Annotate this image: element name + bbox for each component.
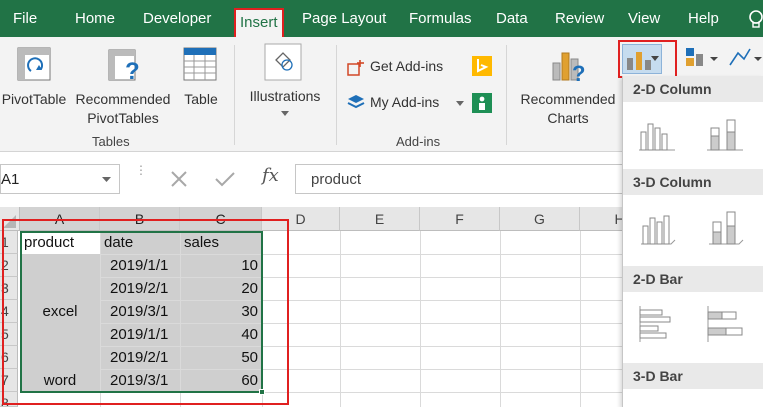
recommended-pivottables-icon: ? xyxy=(108,49,140,83)
ribbon-separator xyxy=(336,45,337,145)
tab-home[interactable]: Home xyxy=(75,0,115,37)
recommended-charts-button[interactable]: ? Recommended Charts xyxy=(512,37,624,137)
my-addins-icon xyxy=(347,95,365,109)
tab-insert[interactable]: Insert xyxy=(234,8,284,37)
people-graph-icon[interactable] xyxy=(472,93,492,113)
chevron-down-icon xyxy=(102,177,111,182)
column-header-f[interactable]: F xyxy=(420,207,500,231)
splitter-dots[interactable]: ⋮ xyxy=(135,164,147,192)
recommended-pivottables-label-1: Recommended xyxy=(75,91,171,107)
addins-group-label: Add-ins xyxy=(396,134,441,149)
get-addins-label: Get Add-ins xyxy=(370,58,444,74)
svg-text:?: ? xyxy=(125,58,140,83)
stacked-bar-option[interactable] xyxy=(705,304,745,344)
section-2d-column: 2-D Column xyxy=(623,76,763,102)
illustrations-label: Illustrations xyxy=(249,88,321,104)
get-addins-button[interactable]: Get Add-ins xyxy=(345,57,455,79)
pivottable-label: PivotTable xyxy=(1,91,67,107)
formula-input[interactable]: product xyxy=(295,164,625,194)
name-box[interactable]: A1 xyxy=(0,164,120,194)
tab-page-layout[interactable]: Page Layout xyxy=(302,0,386,37)
function-icon[interactable]: fx xyxy=(262,165,279,186)
tab-help[interactable]: Help xyxy=(688,0,719,37)
formula-input-value: product xyxy=(311,171,362,188)
bing-maps-icon[interactable] xyxy=(472,56,492,76)
insert-column-chart-button[interactable] xyxy=(618,40,677,78)
section-2d-bar: 2-D Bar xyxy=(623,266,763,292)
recommended-charts-icon: ? xyxy=(552,52,585,83)
tables-group-label: Tables xyxy=(92,134,130,149)
recommended-charts-label-1: Recommended xyxy=(520,91,616,107)
ribbon-tab-bar: File Home Developer Insert Page Layout F… xyxy=(0,0,763,37)
illustrations-button[interactable]: Illustrations xyxy=(240,37,330,137)
clustered-column-option[interactable] xyxy=(637,114,677,154)
illustrations-icon xyxy=(264,43,302,81)
chevron-down-icon xyxy=(281,111,289,116)
3d-stacked-column-option[interactable] xyxy=(705,208,745,248)
store-icon xyxy=(347,60,364,76)
section-3d-bar: 3-D Bar xyxy=(623,363,763,389)
svg-text:?: ? xyxy=(572,61,585,83)
recommended-charts-label-2: Charts xyxy=(547,110,589,126)
tab-developer[interactable]: Developer xyxy=(143,0,211,37)
tab-file[interactable]: File xyxy=(13,0,37,37)
column-chart-icon xyxy=(627,52,651,70)
tab-review[interactable]: Review xyxy=(555,0,604,37)
stacked-column-option[interactable] xyxy=(705,114,745,154)
my-addins-button[interactable]: My Add-ins xyxy=(345,93,470,115)
check-icon[interactable] xyxy=(214,170,236,188)
table-label: Table xyxy=(184,91,218,107)
recommended-pivottables-button[interactable]: ? Recommended PivotTables xyxy=(70,37,176,137)
recommended-pivottables-label-2: PivotTables xyxy=(87,110,159,126)
column-header-e[interactable]: E xyxy=(340,207,420,231)
my-addins-label: My Add-ins xyxy=(370,94,440,110)
tab-data[interactable]: Data xyxy=(496,0,528,37)
column-chart-dropdown: 2-D Column 3-D Column 2-D Bar 3-D Bar xyxy=(622,76,763,407)
column-header-g[interactable]: G xyxy=(500,207,580,231)
section-3d-column: 3-D Column xyxy=(623,169,763,195)
tab-view[interactable]: View xyxy=(628,0,660,37)
chevron-down-icon xyxy=(651,56,659,61)
3d-clustered-column-option[interactable] xyxy=(637,208,677,248)
chevron-down-icon xyxy=(456,101,464,106)
lightbulb-icon[interactable] xyxy=(746,9,763,29)
table-icon xyxy=(183,47,217,81)
hierarchy-chart-icon[interactable] xyxy=(685,45,719,69)
table-button[interactable]: Table xyxy=(176,37,226,137)
scatter-chart-icon[interactable] xyxy=(728,45,763,69)
cancel-icon[interactable] xyxy=(169,170,189,188)
ribbon-separator xyxy=(234,45,235,145)
pivottable-button[interactable]: PivotTable xyxy=(0,37,70,137)
clustered-bar-option[interactable] xyxy=(637,304,677,344)
pivottable-icon xyxy=(17,47,51,81)
annotation-box xyxy=(2,219,289,405)
ribbon-separator xyxy=(506,45,507,145)
name-box-value: A1 xyxy=(1,171,20,188)
tab-formulas[interactable]: Formulas xyxy=(409,0,472,37)
